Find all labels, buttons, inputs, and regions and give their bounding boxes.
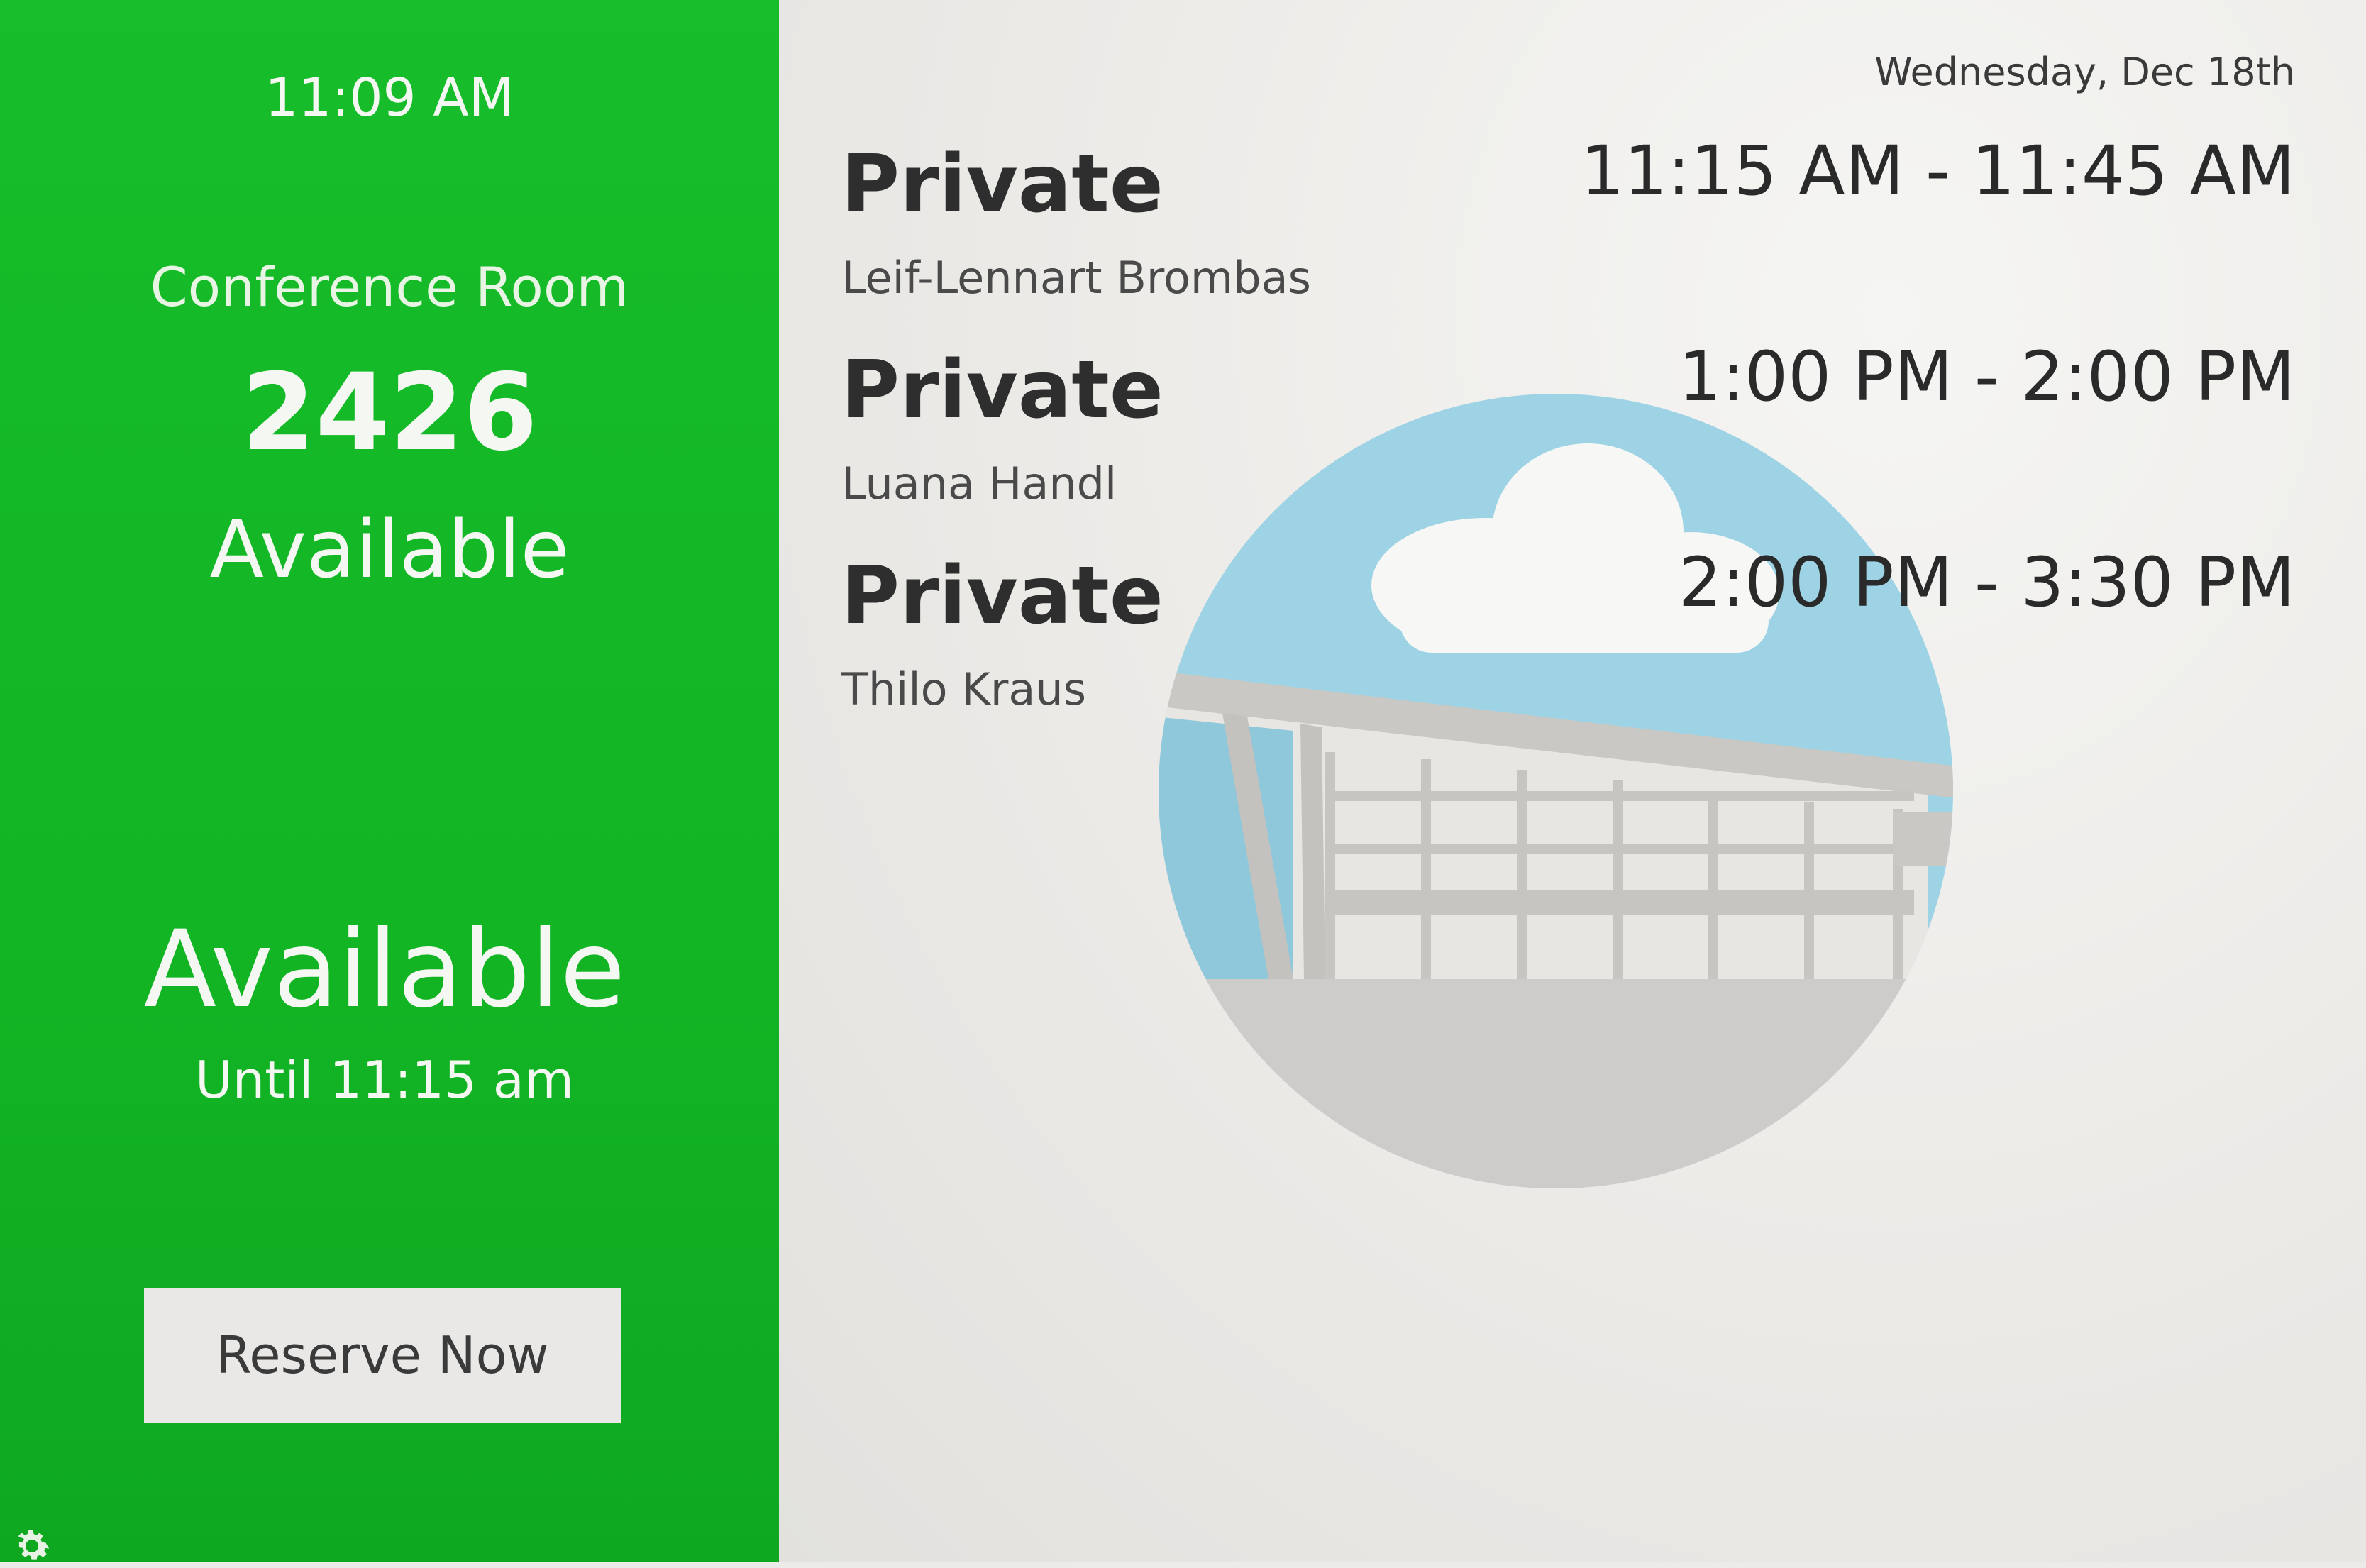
event-title: Private [841,550,1163,642]
current-date: Wednesday, Dec 18th [1874,50,2295,94]
available-until: Until 11:15 am [194,1050,575,1110]
event-time: 1:00 PM - 2:00 PM [1678,337,2295,416]
status-panel: 11:09 AM Conference Room 2426 Available … [0,0,779,1562]
building-cloud-icon [1159,394,1953,1188]
room-label: Conference Room [150,255,629,319]
schedule-panel: Wednesday, Dec 18th Private Leif-Lennart… [779,0,2366,1562]
event-organizer: Thilo Kraus [841,663,1086,715]
event-organizer: Luana Handl [841,458,1117,509]
event-title: Private [841,344,1163,436]
room-status: Available [209,504,570,596]
event-organizer: Leif-Lennart Brombas [841,252,1311,304]
event-title: Private [841,138,1163,231]
availability-status: Available [143,908,626,1032]
current-time: 11:09 AM [265,67,514,128]
event-time: 2:00 PM - 3:30 PM [1678,543,2295,622]
room-number: 2426 [241,351,538,475]
reserve-now-button[interactable]: Reserve Now [144,1288,621,1423]
event-time: 11:15 AM - 11:45 AM [1580,131,2295,211]
